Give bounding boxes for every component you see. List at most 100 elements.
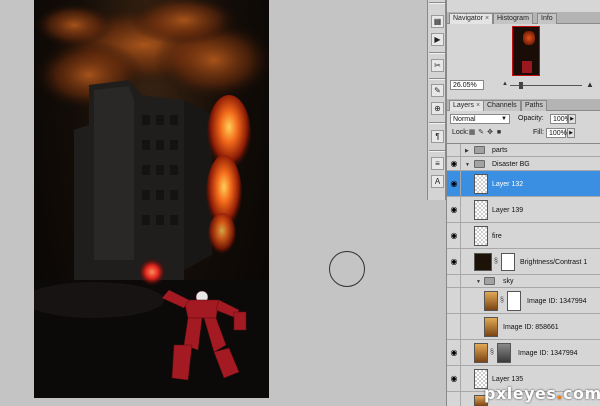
- fill-field[interactable]: 100%: [546, 128, 567, 138]
- thumbnail-robot: [522, 61, 532, 73]
- opacity-field[interactable]: 100%: [550, 114, 571, 124]
- layer-name: sky: [503, 278, 514, 285]
- blend-mode-select[interactable]: Normal ▼: [450, 114, 510, 124]
- visibility-toggle[interactable]: [447, 144, 461, 156]
- expand-triangle-icon[interactable]: ▶: [465, 148, 469, 154]
- tab-channels[interactable]: Channels: [483, 100, 521, 111]
- link-icon[interactable]: §: [494, 258, 498, 265]
- layer-name: Layer 132: [492, 181, 524, 188]
- layer-row[interactable]: Image ID: 858661: [447, 314, 600, 340]
- lock-all-icon[interactable]: ■: [495, 129, 503, 137]
- folder-icon: [474, 160, 485, 168]
- tab-navigator[interactable]: Navigator ×: [449, 13, 494, 24]
- link-icon[interactable]: §: [500, 297, 504, 304]
- artwork: [34, 0, 269, 398]
- layer-name: Layer 139: [492, 207, 524, 214]
- visibility-toggle[interactable]: [447, 340, 461, 365]
- layer-thumbnail: [484, 317, 498, 337]
- mask-thumbnail: [507, 291, 521, 311]
- zoom-in-icon[interactable]: ▲: [586, 80, 594, 89]
- link-icon[interactable]: §: [490, 349, 494, 356]
- navigator-panel: [447, 24, 600, 80]
- close-icon[interactable]: ×: [485, 15, 489, 22]
- layer-row[interactable]: ◉ fire: [447, 223, 600, 249]
- visibility-toggle[interactable]: [447, 223, 461, 248]
- document-image[interactable]: [34, 0, 269, 398]
- visibility-toggle[interactable]: [447, 275, 461, 287]
- chevron-down-icon: ▼: [501, 116, 507, 122]
- zoom-out-icon[interactable]: ▲: [502, 81, 508, 87]
- strip-divider: [429, 150, 445, 152]
- blend-mode-value: Normal: [453, 116, 476, 123]
- layer-row[interactable]: ▼ sky: [447, 275, 600, 288]
- navigator-tab-bar: Navigator × Histogram Info: [447, 12, 600, 24]
- lock-label: Lock:: [452, 129, 469, 136]
- layer-thumbnail: [474, 174, 488, 194]
- opacity-label: Opacity:: [518, 115, 544, 122]
- expand-triangle-icon[interactable]: ▼: [476, 279, 481, 285]
- visibility-toggle[interactable]: [447, 288, 461, 313]
- adjustment-icon: [474, 253, 492, 271]
- tool-presets-icon[interactable]: ✂: [431, 59, 444, 72]
- tab-info[interactable]: Info: [537, 13, 557, 24]
- lock-transparency-icon[interactable]: ▦: [468, 129, 476, 137]
- visibility-toggle[interactable]: [447, 197, 461, 222]
- strip-grip: [429, 2, 445, 4]
- folder-icon: [484, 277, 495, 285]
- lock-row: Lock: ▦ ✎ ✥ ■ Fill: 100% ▶: [447, 127, 600, 142]
- paragraph-icon[interactable]: ¶: [431, 130, 444, 143]
- zoom-slider-thumb[interactable]: [519, 82, 523, 89]
- watermark-text: pxleyes: [484, 384, 557, 403]
- tab-layers-label: Layers: [453, 102, 475, 109]
- visibility-toggle[interactable]: [447, 314, 461, 339]
- visibility-toggle[interactable]: [447, 171, 461, 196]
- layer-name: parts: [492, 147, 508, 154]
- character-icon[interactable]: A: [431, 175, 444, 188]
- layer-name: Disaster BG: [492, 161, 530, 168]
- tab-paths[interactable]: Paths: [521, 100, 547, 111]
- mask-thumbnail: [501, 253, 515, 271]
- lock-position-icon[interactable]: ✥: [486, 129, 494, 137]
- layer-comps-icon[interactable]: ▦: [431, 15, 444, 28]
- opacity-arrow-icon[interactable]: ▶: [568, 114, 576, 124]
- strip-divider: [429, 78, 445, 80]
- layer-row[interactable]: ◉ Layer 139: [447, 197, 600, 223]
- notes-icon[interactable]: ≡: [431, 157, 444, 170]
- fill-label: Fill:: [533, 129, 544, 136]
- layer-row[interactable]: § Image ID: 1347994: [447, 288, 600, 314]
- zoom-field[interactable]: 26.05%: [450, 80, 484, 90]
- tab-histogram[interactable]: Histogram: [493, 13, 533, 24]
- layer-name: Brightness/Contrast 1: [520, 259, 588, 266]
- tab-layers[interactable]: Layers ×: [449, 100, 485, 111]
- layer-row[interactable]: ◉ ▼ Disaster BG: [447, 157, 600, 171]
- brush-cursor-circle: [329, 251, 365, 287]
- tab-info-label: Info: [541, 15, 553, 22]
- expand-triangle-icon[interactable]: ▼: [465, 162, 470, 168]
- panel-icon-strip: ▦ ▶ ✂ ✎ ⊕ ¶ ≡ A: [427, 0, 446, 200]
- watermark: pxleyes.com: [484, 384, 600, 403]
- layer-row[interactable]: ▶ parts: [447, 144, 600, 157]
- mask-thumbnail: [497, 343, 511, 363]
- zoom-row: 26.05% ▲ ▲: [447, 80, 600, 92]
- layer-thumbnail: [474, 226, 488, 246]
- layer-row[interactable]: ◉ § Brightness/Contrast 1: [447, 249, 600, 275]
- visibility-toggle[interactable]: [447, 392, 461, 406]
- visibility-toggle[interactable]: [447, 249, 461, 274]
- blend-row: Normal ▼ Opacity: 100% ▶: [447, 112, 600, 127]
- brushes-icon[interactable]: ✎: [431, 84, 444, 97]
- layer-name: fire: [492, 233, 502, 240]
- canvas-area[interactable]: [0, 0, 424, 406]
- lock-pixels-icon[interactable]: ✎: [477, 129, 485, 137]
- visibility-toggle[interactable]: [447, 157, 461, 170]
- navigator-thumbnail[interactable]: [512, 26, 540, 76]
- fill-arrow-icon[interactable]: ▶: [567, 128, 575, 138]
- visibility-toggle[interactable]: [447, 366, 461, 391]
- layer-row[interactable]: ◉ § Image ID: 1347994: [447, 340, 600, 366]
- layer-row-selected[interactable]: ◉ Layer 132: [447, 171, 600, 197]
- strip-divider: [429, 122, 445, 124]
- actions-icon[interactable]: ▶: [431, 33, 444, 46]
- strip-divider: [429, 52, 445, 54]
- close-icon[interactable]: ×: [476, 102, 480, 109]
- clone-source-icon[interactable]: ⊕: [431, 102, 444, 115]
- tab-navigator-label: Navigator: [453, 15, 483, 22]
